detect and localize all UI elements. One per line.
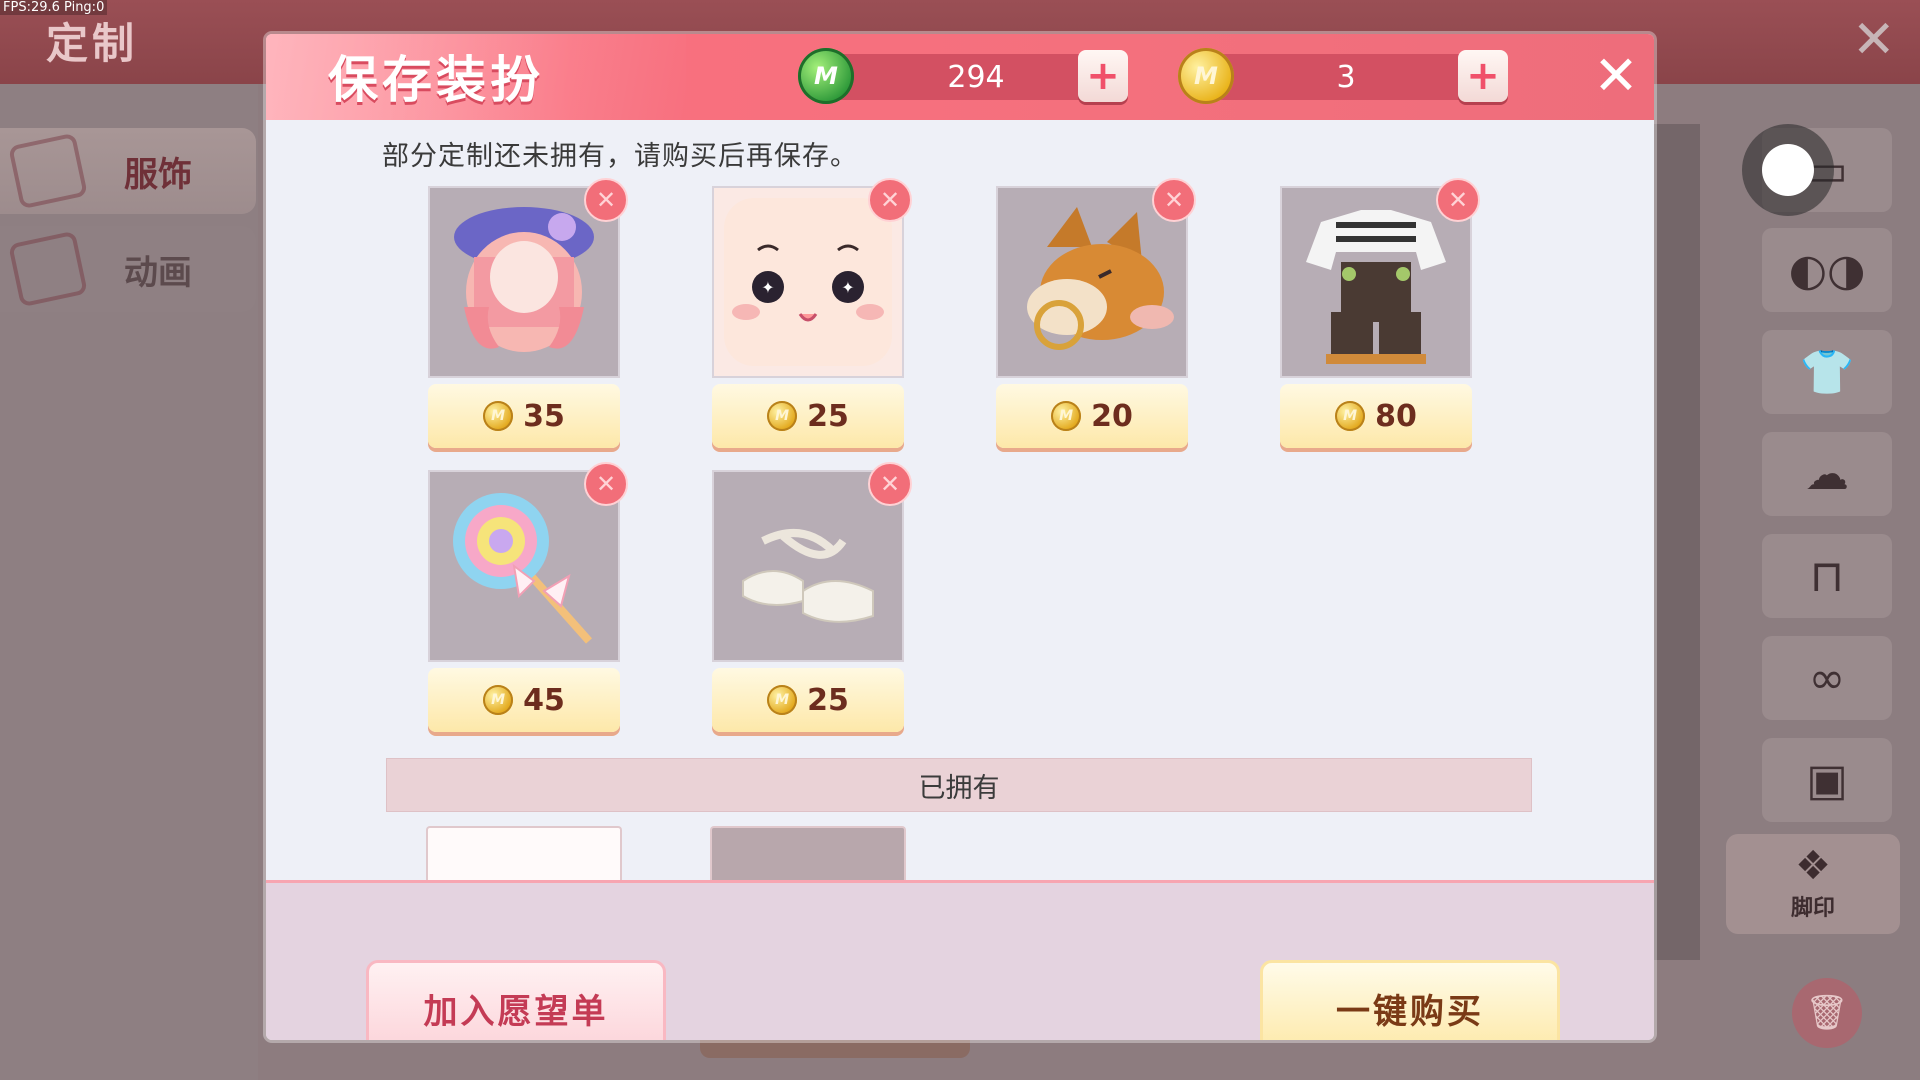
hair-icon [454, 207, 594, 352]
svg-text:✦: ✦ [841, 278, 854, 297]
close-icon: ✕ [595, 470, 617, 498]
add-to-wishlist-button[interactable]: 加入愿望单 [366, 960, 666, 1040]
pants-icon: ⊓ [1809, 550, 1845, 602]
remove-item-button[interactable]: ✕ [1152, 178, 1196, 222]
gem-icon: M [798, 48, 854, 104]
m-coin-icon: M [483, 401, 514, 431]
shirt-icon: 👕 [1799, 347, 1855, 398]
wishlist-button-label: 加入愿望单 [423, 991, 609, 1032]
category-slot-mask[interactable]: ◐◑ [1762, 228, 1892, 312]
category-slot-shoes[interactable]: ∞ [1762, 636, 1892, 720]
svg-text:✦: ✦ [761, 278, 774, 297]
category-slot-hair[interactable]: ☁ [1762, 432, 1892, 516]
remove-item-button[interactable]: ✕ [868, 178, 912, 222]
close-icon: ✕ [595, 186, 617, 214]
background-title: 定制 [46, 19, 139, 68]
plus-icon: + [1086, 53, 1120, 99]
price-value: 25 [807, 682, 849, 718]
tab-clothing[interactable]: 服饰 [0, 128, 256, 214]
close-icon: ✕ [879, 186, 901, 214]
category-slot-shirt[interactable]: 👕 [1762, 330, 1892, 414]
price-tag: M 35 [428, 384, 620, 448]
hair-icon: ☁ [1805, 448, 1849, 500]
price-value: 20 [1091, 398, 1133, 434]
m-coin-icon: M [1335, 401, 1366, 431]
price-value: 25 [807, 398, 849, 434]
fps-readout: FPS:29.6 Ping:0 [0, 0, 108, 15]
remove-item-button[interactable]: ✕ [868, 462, 912, 506]
lollipop-icon [453, 493, 592, 644]
price-value: 80 [1375, 398, 1417, 434]
m-coin-icon: M [767, 401, 798, 431]
gold-currency-value: 3 [1336, 60, 1356, 95]
footprint-label: 脚印 [1790, 896, 1835, 921]
remove-item-button[interactable]: ✕ [1436, 178, 1480, 222]
m-coin-icon: M [483, 685, 514, 715]
tab-clothing-label: 服饰 [124, 154, 192, 195]
overalls-icon [1306, 210, 1446, 364]
backpack-icon: ▣ [1806, 754, 1848, 806]
price-tag: M 20 [996, 384, 1188, 448]
background-close-icon[interactable]: ✕ [1852, 14, 1896, 66]
dog-icon [1027, 207, 1174, 350]
background-item-strip [1648, 124, 1700, 960]
face-icon: ✦ ✦ [724, 198, 892, 366]
remove-item-button[interactable]: ✕ [584, 178, 628, 222]
mask-icon: ◐◑ [1788, 244, 1866, 296]
close-icon: ✕ [879, 470, 901, 498]
remove-item-button[interactable]: ✕ [584, 462, 628, 506]
price-tag: M 25 [712, 384, 904, 448]
price-tag: M 25 [712, 668, 904, 732]
category-slot-pants[interactable]: ⊓ [1762, 534, 1892, 618]
trash-icon[interactable]: 🗑 [1792, 978, 1862, 1048]
m-coin-icon: M [767, 685, 798, 715]
paw-icon: ❖ [1795, 843, 1831, 889]
green-currency-value: 294 [947, 60, 1005, 95]
dialog-title: 保存装扮 [328, 51, 544, 109]
animation-tab-icon [8, 230, 88, 308]
owned-section-label: 已拥有 [918, 772, 1000, 804]
owned-item-card[interactable] [710, 826, 906, 886]
owned-section-header: 已拥有 [386, 758, 1532, 812]
close-icon: ✕ [1447, 186, 1469, 214]
buy-all-button-label: 一键购买 [1336, 991, 1484, 1032]
shoes-icon: ∞ [1808, 652, 1846, 704]
m-coin-icon: M [1178, 48, 1234, 104]
category-slot-footprint[interactable]: ❖ 脚印 [1726, 834, 1900, 934]
save-outfit-dialog: 保存装扮 M 294 + M 3 + ✕ 部分定制还未拥有，请购买后再保存。 ✕… [266, 34, 1654, 1040]
price-tag: M 80 [1280, 384, 1472, 448]
add-gold-currency-button[interactable]: + [1458, 50, 1508, 102]
price-value: 45 [523, 682, 565, 718]
purchase-notice: 部分定制还未拥有，请购买后再保存。 [382, 141, 858, 172]
category-slot-backpack[interactable]: ▣ [1762, 738, 1892, 822]
add-green-currency-button[interactable]: + [1078, 50, 1128, 102]
plus-icon: + [1466, 53, 1500, 99]
close-icon: ✕ [1163, 186, 1185, 214]
m-coin-icon: M [1051, 401, 1082, 431]
floating-toggle-knob [1762, 144, 1814, 196]
tab-animation[interactable]: 动画 [0, 226, 256, 312]
price-tag: M 45 [428, 668, 620, 732]
price-value: 35 [523, 398, 565, 434]
owned-item-card[interactable] [426, 826, 622, 886]
close-icon[interactable]: ✕ [1592, 46, 1640, 106]
buy-all-button[interactable]: 一键购买 [1260, 960, 1560, 1040]
shoes-icon [742, 529, 874, 623]
tab-animation-label: 动画 [124, 252, 192, 293]
clothing-tab-icon [8, 132, 88, 210]
